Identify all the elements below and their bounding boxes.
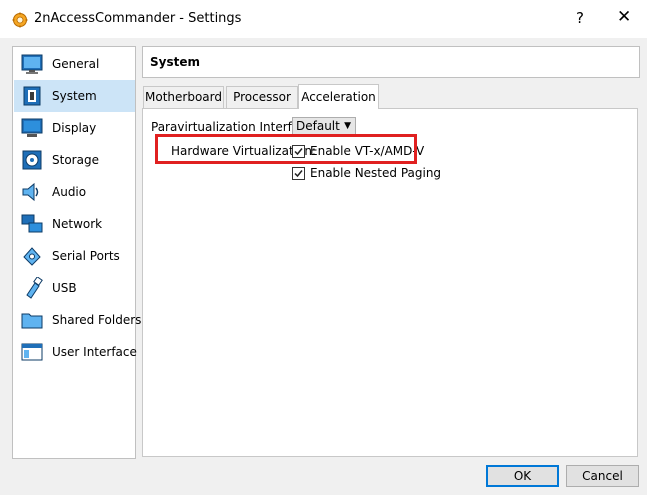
shared-folders-icon	[21, 313, 43, 329]
ok-button[interactable]: OK	[486, 465, 559, 487]
sidebar-item-network[interactable]: Network	[14, 208, 135, 240]
sidebar-item-label: Network	[52, 217, 103, 231]
general-icon	[21, 54, 43, 74]
settings-category-list: General System Display Storage Audio Net…	[12, 46, 141, 459]
paravirtualization-value: Default	[296, 119, 340, 133]
checkmark-icon	[294, 170, 303, 178]
sidebar-item-system[interactable]: System	[14, 80, 135, 112]
network-icon	[21, 214, 43, 233]
tab-motherboard[interactable]: Motherboard	[143, 86, 224, 108]
sidebar-item-shared-folders[interactable]: Shared Folders	[14, 304, 141, 336]
chevron-down-icon: ▼	[344, 121, 351, 131]
sidebar-item-storage[interactable]: Storage	[14, 144, 135, 176]
title-bar: 2nAccessCommander - Settings ? ✕	[0, 0, 647, 38]
tab-acceleration[interactable]: Acceleration	[298, 84, 379, 109]
sidebar-item-label: Storage	[52, 153, 99, 167]
sidebar-item-label: Serial Ports	[52, 249, 120, 263]
sidebar-item-label: Audio	[52, 185, 87, 199]
sidebar-item-display[interactable]: Display	[14, 112, 135, 144]
app-icon	[12, 12, 28, 28]
sidebar-item-label: System	[52, 89, 97, 103]
cancel-button[interactable]: Cancel	[566, 465, 639, 487]
usb-icon	[26, 277, 43, 299]
storage-icon	[22, 150, 42, 170]
close-button[interactable]: ✕	[617, 7, 631, 27]
sidebar-item-label: General	[52, 57, 100, 71]
sidebar-item-label: User Interface	[52, 345, 137, 359]
user-interface-icon	[21, 343, 43, 361]
help-button[interactable]: ?	[576, 9, 584, 27]
enable-nested-paging-checkbox[interactable]	[292, 167, 305, 180]
enable-vtx-checkbox[interactable]	[292, 145, 305, 158]
sidebar-item-user-interface[interactable]: User Interface	[14, 336, 137, 368]
system-icon	[23, 86, 41, 106]
enable-vtx-label[interactable]: Enable VT-x/AMD-V	[310, 144, 424, 158]
section-header: System	[142, 46, 640, 78]
display-icon	[21, 118, 43, 137]
page-title: System	[150, 55, 200, 69]
serial-ports-icon	[23, 247, 41, 266]
sidebar-item-label: USB	[52, 281, 77, 295]
enable-nested-paging-label[interactable]: Enable Nested Paging	[310, 166, 441, 180]
window-title: 2nAccessCommander - Settings	[34, 11, 242, 26]
audio-icon	[22, 182, 39, 202]
tab-processor[interactable]: Processor	[226, 86, 298, 108]
sidebar-item-usb[interactable]: USB	[14, 272, 135, 304]
checkmark-icon	[294, 148, 303, 156]
acceleration-panel	[142, 108, 638, 457]
sidebar-item-audio[interactable]: Audio	[14, 176, 135, 208]
sidebar-item-label: Shared Folders	[52, 313, 142, 327]
sidebar-item-general[interactable]: General	[14, 48, 135, 80]
paravirtualization-select[interactable]: Default ▼	[292, 117, 356, 135]
sidebar-item-label: Display	[52, 121, 97, 135]
sidebar-item-serial-ports[interactable]: Serial Ports	[14, 240, 135, 272]
